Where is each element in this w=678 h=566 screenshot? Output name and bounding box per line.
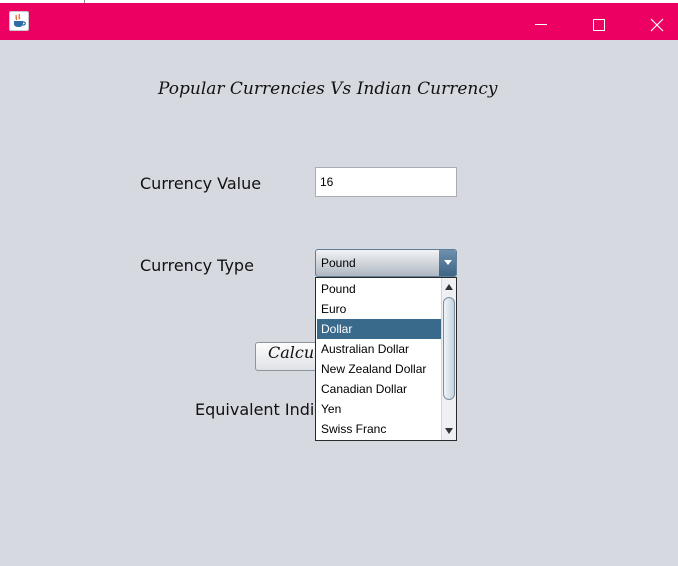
dropdown-option-canadian-dollar[interactable]: Canadian Dollar bbox=[317, 379, 441, 399]
maximize-button[interactable] bbox=[576, 6, 622, 43]
window-titlebar[interactable] bbox=[0, 3, 678, 40]
currency-type-combobox[interactable]: Pound bbox=[315, 249, 457, 277]
arrow-up-icon bbox=[445, 284, 453, 290]
close-icon bbox=[650, 18, 664, 32]
scrollbar-thumb[interactable] bbox=[443, 297, 455, 400]
combobox-selected-value: Pound bbox=[321, 256, 356, 270]
minimize-button[interactable] bbox=[518, 6, 564, 43]
dropdown-option-pound[interactable]: Pound bbox=[317, 279, 441, 299]
arrow-down-icon bbox=[445, 428, 453, 434]
minimize-icon bbox=[535, 24, 547, 25]
dropdown-option-new-zealand-dollar[interactable]: New Zealand Dollar bbox=[317, 359, 441, 379]
page-title: Popular Currencies Vs Indian Currency bbox=[158, 79, 498, 99]
java-cup-icon bbox=[9, 11, 29, 31]
dropdown-option-dollar[interactable]: Dollar bbox=[317, 319, 441, 339]
dropdown-option-yen[interactable]: Yen bbox=[317, 399, 441, 419]
scroll-up-button[interactable] bbox=[442, 279, 456, 295]
currency-value-input[interactable] bbox=[315, 167, 457, 197]
currency-type-label: Currency Type bbox=[140, 256, 254, 275]
currency-dropdown-list[interactable]: Pound Euro Dollar Australian Dollar New … bbox=[315, 277, 457, 441]
close-button[interactable] bbox=[634, 6, 678, 43]
equivalent-indian-label: Equivalent Indi bbox=[195, 400, 315, 419]
dropdown-scrollbar[interactable] bbox=[441, 278, 456, 440]
chevron-down-icon bbox=[444, 260, 452, 265]
dropdown-option-euro[interactable]: Euro bbox=[317, 299, 441, 319]
scroll-down-button[interactable] bbox=[442, 423, 456, 439]
dropdown-option-australian-dollar[interactable]: Australian Dollar bbox=[317, 339, 441, 359]
combobox-arrow-button[interactable] bbox=[439, 250, 456, 276]
maximize-icon bbox=[593, 19, 605, 31]
dropdown-option-swiss-franc[interactable]: Swiss Franc bbox=[317, 419, 441, 439]
currency-value-label: Currency Value bbox=[140, 174, 262, 193]
